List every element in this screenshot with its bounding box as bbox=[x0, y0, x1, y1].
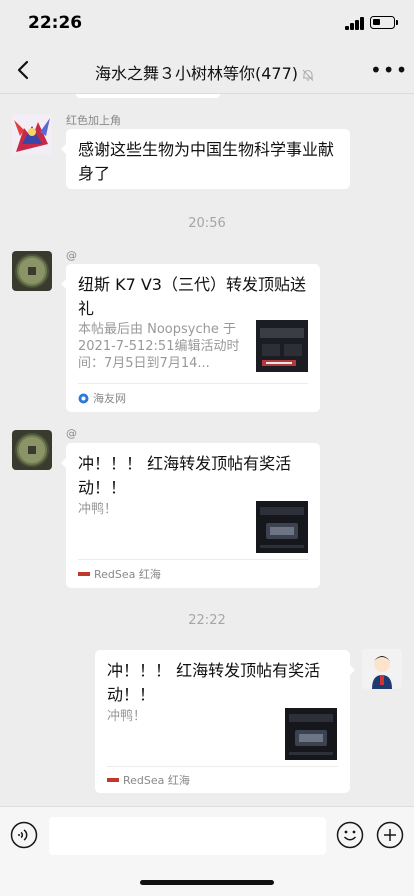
card-description: 冲鸭！ bbox=[107, 709, 147, 724]
message-text: 感谢这些生物为中国生物科学事业献身了 bbox=[78, 140, 335, 183]
avatar[interactable] bbox=[12, 430, 52, 470]
home-indicator bbox=[140, 880, 274, 885]
sender-name: @ bbox=[66, 427, 77, 440]
avatar[interactable] bbox=[12, 251, 52, 291]
battery-icon bbox=[370, 16, 398, 29]
cellular-signal-icon bbox=[345, 17, 365, 30]
chat-header: 海水之舞３小树林等你(477) ••• bbox=[0, 46, 414, 94]
message-bubble[interactable]: 感谢这些生物为中国生物科学事业献身了 bbox=[61, 129, 350, 189]
voice-icon[interactable] bbox=[10, 821, 38, 849]
status-time: 22:26 bbox=[28, 13, 83, 33]
my-avatar[interactable] bbox=[362, 649, 402, 689]
card-source-name: RedSea 红海 bbox=[123, 774, 190, 787]
card-source: RedSea 红海 bbox=[107, 772, 190, 788]
card-source: 海友网 bbox=[78, 390, 126, 406]
ellipsis-icon[interactable]: ••• bbox=[370, 60, 407, 80]
link-card[interactable]: 冲！！！ 红海转发顶帖有奖活动！！ 冲鸭！ RedSea 红海 bbox=[61, 443, 320, 588]
emoji-icon[interactable] bbox=[336, 821, 364, 849]
source-app-icon bbox=[78, 393, 89, 403]
message-input[interactable] bbox=[49, 817, 326, 855]
card-divider bbox=[78, 559, 308, 560]
battery-level bbox=[373, 19, 380, 25]
card-title: 纽斯 K7 V3（三代）转发顶贴送礼 bbox=[78, 275, 306, 318]
card-source: RedSea 红海 bbox=[78, 566, 161, 582]
card-thumbnail bbox=[256, 320, 308, 372]
chat-title-text: 海水之舞３小树林等你(477) bbox=[94, 64, 299, 83]
plus-icon[interactable] bbox=[376, 821, 404, 849]
card-divider bbox=[78, 383, 308, 384]
chat-message-list[interactable]: 红色加上角 感谢这些生物为中国生物科学事业献身了 20:56 @ 纽斯 K7 V… bbox=[0, 94, 414, 806]
timestamp: 20:56 bbox=[188, 216, 226, 231]
card-source-name: 海友网 bbox=[93, 392, 126, 405]
source-app-icon bbox=[107, 778, 119, 782]
card-title: 冲！！！ 红海转发顶帖有奖活动！！ bbox=[78, 454, 292, 497]
card-divider bbox=[107, 766, 338, 767]
previous-message-fragment bbox=[76, 94, 220, 98]
avatar[interactable] bbox=[12, 114, 52, 154]
chat-title: 海水之舞３小树林等你(477) bbox=[60, 60, 350, 84]
mute-bell-icon bbox=[302, 69, 314, 81]
status-bar: 22:26 bbox=[0, 0, 414, 46]
sender-name: 红色加上角 bbox=[66, 114, 121, 127]
card-description: 本帖最后由 Noopsyche 于 2021-7-512:51编辑活动时间：7月… bbox=[78, 322, 240, 371]
timestamp: 22:22 bbox=[188, 613, 226, 628]
chevron-left-icon[interactable] bbox=[12, 56, 36, 84]
link-card[interactable]: 冲！！！ 红海转发顶帖有奖活动！！ 冲鸭！ RedSea 红海 bbox=[95, 650, 355, 793]
card-description: 冲鸭！ bbox=[78, 502, 118, 517]
card-title: 冲！！！ 红海转发顶帖有奖活动！！ bbox=[107, 661, 321, 704]
source-app-icon bbox=[78, 572, 90, 576]
card-thumbnail bbox=[285, 708, 337, 760]
link-card[interactable]: 纽斯 K7 V3（三代）转发顶贴送礼 本帖最后由 Noopsyche 于 202… bbox=[61, 264, 320, 412]
card-source-name: RedSea 红海 bbox=[94, 568, 161, 581]
card-thumbnail bbox=[256, 501, 308, 553]
sender-name: @ bbox=[66, 249, 77, 262]
